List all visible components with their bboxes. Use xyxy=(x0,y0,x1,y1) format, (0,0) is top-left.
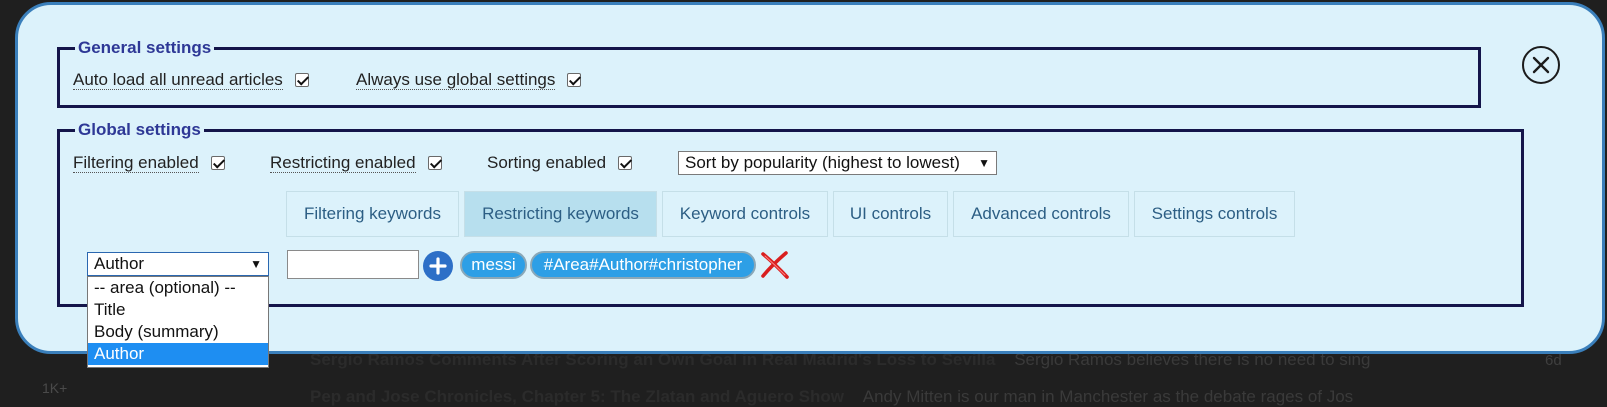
add-keyword-button[interactable] xyxy=(423,251,453,281)
filtering-option[interactable]: Filtering enabled xyxy=(73,153,225,173)
keyword-chip-label: messi xyxy=(471,255,516,274)
auto-load-label: Auto load all unread articles xyxy=(73,70,283,90)
tab-settings-controls[interactable]: Settings controls xyxy=(1134,191,1295,237)
tab-label: Settings controls xyxy=(1151,204,1278,223)
filtering-checkbox[interactable] xyxy=(210,156,225,170)
chevron-down-icon: ▼ xyxy=(250,257,262,271)
sorting-label: Sorting enabled xyxy=(487,153,607,172)
delete-keywords-button[interactable] xyxy=(759,250,791,280)
tab-keyword-controls[interactable]: Keyword controls xyxy=(662,191,828,237)
chevron-down-icon: ▼ xyxy=(978,156,990,170)
area-select-value: Author xyxy=(94,254,145,273)
close-icon xyxy=(1532,56,1550,74)
background-article-age: 6d xyxy=(1545,352,1562,369)
global-settings-legend: Global settings xyxy=(78,120,201,139)
tab-ui-controls[interactable]: UI controls xyxy=(833,191,948,237)
area-option[interactable]: -- area (optional) -- xyxy=(88,277,268,299)
background-article-snippet: Andy Mitten is our man in Manchester as … xyxy=(862,387,1354,406)
restricting-checkbox[interactable] xyxy=(427,156,442,170)
keyword-input[interactable] xyxy=(287,250,419,279)
restricting-label: Restricting enabled xyxy=(270,153,416,173)
always-global-checkbox[interactable] xyxy=(567,73,582,87)
auto-load-option[interactable]: Auto load all unread articles xyxy=(73,70,309,90)
area-select[interactable]: Author ▼ xyxy=(87,252,269,276)
tab-advanced-controls[interactable]: Advanced controls xyxy=(953,191,1129,237)
keyword-chip-label: #Area#Author#christopher xyxy=(543,255,743,274)
tab-label: Keyword controls xyxy=(679,204,811,223)
general-settings-legend: General settings xyxy=(78,38,212,57)
background-article-row: Pep and Jose Chronicles, Chapter 5: The … xyxy=(310,387,1353,407)
close-button[interactable] xyxy=(1522,46,1560,84)
sorting-checkbox[interactable] xyxy=(618,155,633,170)
tab-label: Filtering keywords xyxy=(304,204,441,223)
always-global-label: Always use global settings xyxy=(356,70,556,90)
sort-select-value: Sort by popularity (highest to lowest) xyxy=(685,153,960,172)
area-option[interactable]: Title xyxy=(88,299,268,321)
tab-label: Restricting keywords xyxy=(482,204,639,223)
auto-load-checkbox[interactable] xyxy=(294,73,309,87)
background-article-title: Pep and Jose Chronicles, Chapter 5: The … xyxy=(310,387,845,406)
always-global-option[interactable]: Always use global settings xyxy=(356,70,582,90)
red-x-icon xyxy=(761,251,789,279)
keyword-chip[interactable]: #Area#Author#christopher xyxy=(530,251,756,279)
tab-label: UI controls xyxy=(849,204,932,223)
keyword-chip[interactable]: messi xyxy=(460,251,527,279)
tab-filtering-keywords[interactable]: Filtering keywords xyxy=(286,191,459,237)
plus-icon xyxy=(429,257,447,275)
sorting-option[interactable]: Sorting enabled xyxy=(487,153,633,172)
background-side-count: 1K+ xyxy=(42,380,68,396)
restricting-option[interactable]: Restricting enabled xyxy=(270,153,442,173)
area-option-selected[interactable]: Author xyxy=(88,343,268,365)
area-dropdown-list: -- area (optional) -- Title Body (summar… xyxy=(87,276,269,368)
tab-restricting-keywords[interactable]: Restricting keywords xyxy=(464,191,657,237)
sort-select[interactable]: Sort by popularity (highest to lowest) ▼ xyxy=(678,151,997,175)
area-option[interactable]: Body (summary) xyxy=(88,321,268,343)
filtering-label: Filtering enabled xyxy=(73,153,199,173)
tab-label: Advanced controls xyxy=(971,204,1111,223)
